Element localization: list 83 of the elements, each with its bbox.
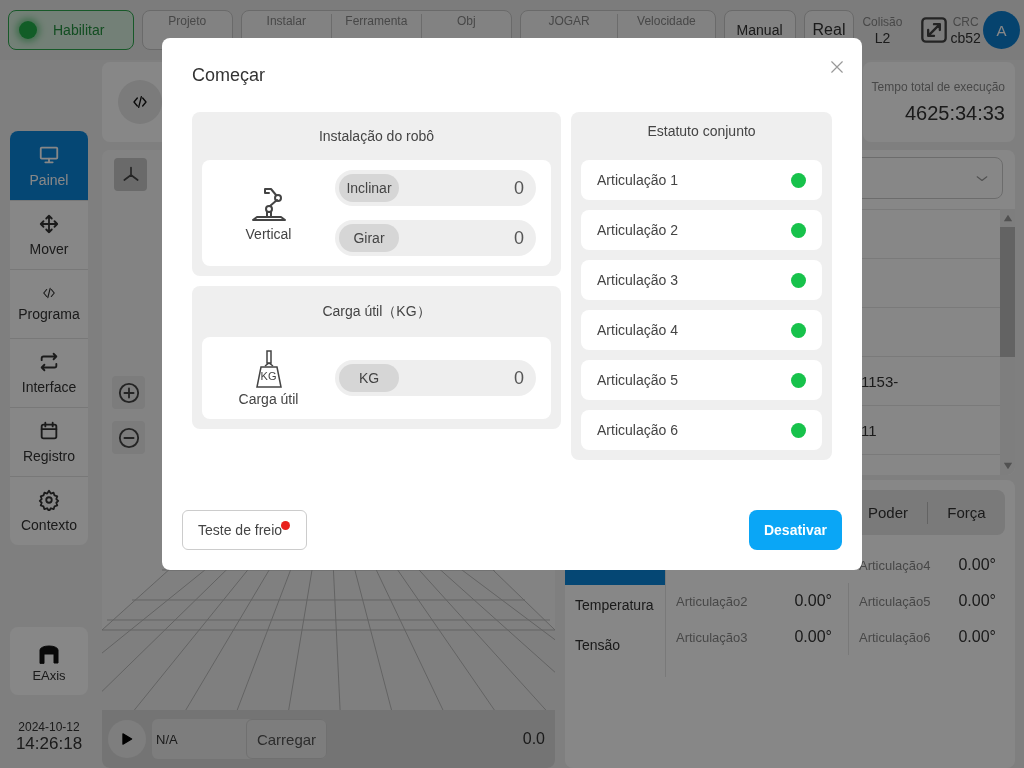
up-arrow-icon — [1001, 213, 1014, 223]
field-label: Girar — [339, 224, 399, 252]
status-label: Ferramenta — [345, 14, 408, 29]
joint-label: Articulação5 — [859, 593, 931, 609]
joint-value: 0.00° — [958, 556, 996, 574]
status-light-icon — [19, 21, 37, 39]
speed-value: 0.0 — [522, 730, 545, 748]
calendar-icon — [38, 420, 60, 442]
runtime-label: Tempo total de execução — [871, 80, 1005, 94]
swap-arrows-icon — [38, 351, 60, 373]
row-text: 11 — [861, 421, 877, 439]
status-label: Projeto — [168, 14, 207, 29]
scrollbar[interactable] — [1000, 209, 1015, 475]
code-button[interactable] — [118, 80, 162, 124]
program-value: N/A — [155, 731, 179, 747]
joint-value: 0.00° — [794, 628, 832, 646]
crc-value: cb52 — [950, 30, 981, 46]
date-text: 2024-10-12 — [18, 720, 80, 734]
value-field[interactable]: Girar 0 — [335, 220, 536, 256]
joint-value: 0.00° — [958, 628, 996, 646]
move-arrows-icon — [38, 213, 60, 235]
nav-item[interactable]: Painel — [10, 131, 88, 200]
close-button[interactable] — [830, 60, 844, 74]
card-title: Estatuto conjunto — [647, 123, 756, 139]
mount-label: Vertical — [245, 226, 292, 242]
segment-tab[interactable]: Poder — [849, 501, 927, 524]
zoom-in-button[interactable] — [112, 376, 145, 409]
field-value: 0 — [514, 227, 524, 249]
nav-item[interactable]: Interface — [10, 338, 88, 407]
load-button[interactable]: Carregar — [246, 719, 327, 759]
nav-item[interactable]: Contexto — [10, 476, 88, 545]
expand-icon — [920, 16, 949, 44]
enable-button[interactable]: Habilitar — [8, 10, 134, 50]
program-field[interactable]: N/A Carregar — [152, 719, 327, 759]
field-label: Inclinar — [339, 174, 399, 202]
minus-circle-icon — [117, 426, 140, 449]
close-icon — [830, 60, 844, 74]
deactivate-button[interactable]: Desativar — [748, 510, 842, 550]
play-button[interactable] — [108, 720, 146, 758]
runtime-value: 4625:34:33 — [904, 102, 1005, 125]
eaxis-button[interactable]: EAxis — [10, 627, 88, 695]
collision-value: L2 — [874, 30, 891, 46]
joint-name: Articulação 3 — [597, 272, 678, 288]
value-field[interactable]: Inclinar 0 — [335, 170, 536, 206]
time-text: 14:26:18 — [15, 734, 83, 754]
play-icon — [120, 731, 134, 747]
user-avatar[interactable]: A — [982, 11, 1020, 49]
segment-tab[interactable]: Força — [927, 501, 1005, 524]
joint-label: Articulação4 — [859, 557, 931, 573]
payload-label: Carga útil — [238, 391, 299, 407]
joint-label: Articulação6 — [859, 629, 931, 645]
joint-name: Articulação 1 — [597, 172, 678, 188]
down-arrow-icon — [1001, 461, 1014, 471]
status-label: JOGAR — [548, 14, 590, 29]
side-tab[interactable]: Temperatura — [565, 585, 665, 625]
nav-item[interactable]: Programa — [10, 269, 88, 338]
card-title: Carga útil（KG） — [322, 302, 431, 321]
nav-item[interactable]: Registro — [10, 407, 88, 476]
joint-name: Articulação 2 — [597, 222, 678, 238]
joint-value: 0.00° — [794, 592, 832, 610]
gear-icon — [38, 489, 60, 511]
side-tab[interactable]: Tensão — [565, 625, 665, 665]
joint-name: Articulação 5 — [597, 372, 678, 388]
joint-label: Articulação2 — [676, 593, 748, 609]
card-title: Instalação do robô — [318, 128, 435, 144]
joint-name: Articulação 6 — [597, 422, 678, 438]
brake-test-button[interactable]: Teste de freio — [182, 510, 308, 550]
field-label: KG — [339, 364, 399, 392]
joint-name: Articulação 4 — [597, 322, 678, 338]
row-text: 1153- — [861, 372, 899, 390]
field-value: 0 — [514, 177, 524, 199]
value-field[interactable]: KG 0 — [335, 360, 536, 396]
status-label: Velocidade — [637, 14, 696, 29]
zoom-out-button[interactable] — [112, 421, 145, 454]
status-label: Instalar — [266, 14, 306, 29]
joint-label: Articulação3 — [676, 629, 748, 645]
status-label: Obj — [457, 14, 476, 29]
field-value: 0 — [514, 367, 524, 389]
dialog-title: Começar — [192, 64, 266, 86]
joint-value: 0.00° — [958, 592, 996, 610]
plus-circle-icon — [117, 381, 140, 404]
view-axes-button[interactable] — [114, 158, 147, 191]
nav-item[interactable]: Mover — [10, 200, 88, 269]
